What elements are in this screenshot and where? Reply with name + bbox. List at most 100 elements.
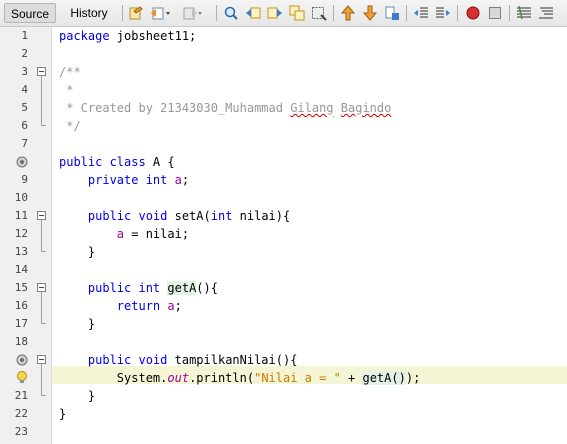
- find-selection-icon[interactable]: [289, 5, 305, 21]
- record-macro-icon[interactable]: [465, 5, 481, 21]
- find-icon[interactable]: [223, 5, 239, 21]
- shift-right-icon[interactable]: [435, 5, 451, 21]
- uncomment-icon[interactable]: [538, 5, 554, 21]
- code-text: .println(: [189, 371, 255, 385]
- fold-end: [41, 323, 46, 324]
- toolbar-separator: [216, 5, 217, 21]
- code-text: tampilkanNilai(){: [167, 353, 298, 367]
- toggle-bookmark-icon[interactable]: [384, 5, 400, 21]
- code-text: }: [59, 317, 96, 331]
- line-number: 17: [14, 317, 28, 330]
- code-text: ;: [181, 173, 190, 187]
- comment-text: * Created by 21343030_Muhammad: [59, 101, 291, 115]
- code-line-23[interactable]: 23: [0, 423, 567, 441]
- line-number: 14: [14, 263, 28, 276]
- code-line-8[interactable]: public class A {: [0, 153, 567, 171]
- code-line-10[interactable]: 10: [0, 189, 567, 207]
- comment-text: *: [59, 83, 74, 97]
- shift-left-icon[interactable]: [413, 5, 429, 21]
- previous-bookmark-icon[interactable]: [340, 5, 356, 21]
- code-line-2[interactable]: 2: [0, 45, 567, 63]
- fold-line: [41, 292, 42, 323]
- code-line-13[interactable]: 13 }: [0, 243, 567, 261]
- line-number: 7: [21, 137, 28, 150]
- last-edit-icon[interactable]: [128, 5, 144, 21]
- keyword: public class: [59, 155, 146, 169]
- toolbar-separator: [457, 5, 458, 21]
- find-next-icon[interactable]: [267, 5, 283, 21]
- fold-toggle-icon[interactable]: [37, 211, 46, 220]
- code-line-3[interactable]: 3 /**: [0, 63, 567, 81]
- line-number: 10: [14, 191, 28, 204]
- code-line-12[interactable]: 12 a = nilai;: [0, 225, 567, 243]
- fold-end: [41, 395, 46, 396]
- code-text: A {: [145, 155, 175, 169]
- stop-macro-icon[interactable]: [487, 5, 503, 21]
- code-line-7[interactable]: 7: [0, 135, 567, 153]
- code-line-18[interactable]: 18: [0, 333, 567, 351]
- code-line-5[interactable]: 5 * Created by 21343030_Muhammad Gilang …: [0, 99, 567, 117]
- code-text: }: [59, 389, 96, 403]
- fold-toggle-icon[interactable]: [37, 355, 46, 364]
- keyword: public void: [87, 209, 168, 223]
- code-text: System.: [116, 371, 168, 385]
- line-number: 6: [21, 119, 28, 132]
- override-marker-icon[interactable]: [16, 353, 28, 366]
- toolbar-separator: [406, 5, 407, 21]
- keyword: int: [210, 209, 233, 223]
- fold-toggle-icon[interactable]: [37, 67, 46, 76]
- toggle-highlight-icon[interactable]: [311, 5, 327, 21]
- spelling-error-word: Bagindo: [340, 101, 392, 115]
- tab-history[interactable]: History: [62, 3, 116, 23]
- fold-end: [41, 125, 46, 126]
- keyword: package: [59, 29, 110, 43]
- line-number: 1: [21, 29, 28, 42]
- comment-icon[interactable]: [516, 5, 532, 21]
- tab-source[interactable]: Source: [4, 3, 56, 23]
- line-number: 4: [21, 83, 28, 96]
- code-line-9[interactable]: 9 private int a;: [0, 171, 567, 189]
- line-number: 21: [14, 389, 28, 402]
- code-line-14[interactable]: 14: [0, 261, 567, 279]
- code-line-22[interactable]: 22 }: [0, 405, 567, 423]
- keyword: public void: [87, 353, 168, 367]
- line-number: 23: [14, 425, 28, 438]
- fold-toggle-icon[interactable]: [37, 283, 46, 292]
- static-field: out: [167, 371, 190, 385]
- code-line-21[interactable]: 21 }: [0, 387, 567, 405]
- class-marker-icon[interactable]: [16, 155, 28, 168]
- field-name: a: [116, 227, 125, 241]
- toolbar-separator: [333, 5, 334, 21]
- toolbar-separator: [509, 5, 510, 21]
- code-line-20[interactable]: System.out.println("Nilai a = " + getA()…: [0, 369, 567, 387]
- back-icon[interactable]: [150, 5, 170, 21]
- code-line-1[interactable]: 1 package jobsheet11;: [0, 27, 567, 45]
- keyword: return: [116, 299, 161, 313]
- fold-line: [41, 364, 42, 395]
- field-name: a: [174, 173, 182, 187]
- code-line-4[interactable]: 4 *: [0, 81, 567, 99]
- code-text: nilai){: [232, 209, 291, 223]
- find-previous-icon[interactable]: [245, 5, 261, 21]
- code-line-17[interactable]: 17 }: [0, 315, 567, 333]
- code-line-15[interactable]: 15 public int getA(){: [0, 279, 567, 297]
- hint-lightbulb-icon[interactable]: [16, 371, 28, 383]
- line-number: 15: [14, 281, 28, 294]
- forward-icon[interactable]: [183, 5, 202, 21]
- code-text: }: [59, 245, 96, 259]
- code-line-11[interactable]: 11 public void setA(int nilai){: [0, 207, 567, 225]
- code-line-6[interactable]: 6 */: [0, 117, 567, 135]
- code-line-19[interactable]: public void tampilkanNilai(){: [0, 351, 567, 369]
- editor-toolbar: Source History: [0, 0, 567, 27]
- paren-match-highlight: (): [391, 371, 406, 385]
- keyword: public int: [87, 281, 161, 295]
- method-name-highlighted: getA: [167, 281, 197, 295]
- next-bookmark-icon[interactable]: [362, 5, 378, 21]
- code-line-16[interactable]: 16 return a;: [0, 297, 567, 315]
